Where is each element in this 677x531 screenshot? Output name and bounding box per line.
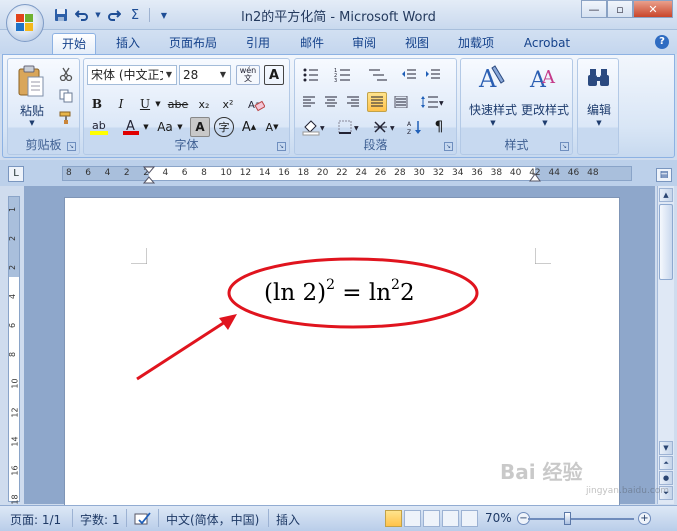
status-separator — [126, 509, 127, 527]
outline-view-icon[interactable] — [442, 510, 459, 527]
status-separator — [268, 509, 269, 527]
language-indicator[interactable]: 中文(简体，中国) — [166, 511, 259, 528]
watermark-logo: Bai 经验 — [500, 460, 583, 484]
watermark-url: jingyan.baidu.com — [586, 486, 670, 496]
web-layout-view-icon[interactable] — [423, 510, 440, 527]
zoom-slider-track[interactable] — [528, 518, 634, 520]
status-separator — [72, 509, 73, 527]
annotation-ellipse — [227, 257, 479, 329]
zoom-in-button[interactable]: + — [638, 512, 651, 525]
zoom-slider-thumb[interactable] — [564, 512, 571, 525]
browse-object-icon[interactable]: ● — [659, 471, 673, 485]
status-separator — [158, 509, 159, 527]
status-bar: 页面: 1/1 字数: 1 中文(简体，中国) 插入 70% − + — [0, 505, 677, 531]
annotation-arrowhead — [219, 314, 237, 330]
full-screen-reading-view-icon[interactable] — [404, 510, 421, 527]
scroll-up-icon[interactable]: ▲ — [659, 188, 673, 202]
scroll-thumb[interactable] — [659, 204, 673, 280]
page-count[interactable]: 页面: 1/1 — [10, 511, 61, 528]
proofing-icon[interactable] — [134, 511, 152, 527]
office-button[interactable] — [6, 4, 44, 42]
draft-view-icon[interactable] — [461, 510, 478, 527]
prev-page-icon[interactable]: ⏶ — [659, 456, 673, 470]
zoom-level[interactable]: 70% — [485, 511, 512, 525]
print-layout-view-icon[interactable] — [385, 510, 402, 527]
annotation-arrow-line — [136, 320, 226, 381]
insert-mode[interactable]: 插入 — [276, 511, 300, 528]
vertical-scrollbar[interactable]: ▲ ▼ ⏶ ● ⏷ — [657, 186, 674, 504]
annotation-overlay — [136, 257, 479, 381]
word-count[interactable]: 字数: 1 — [80, 511, 120, 528]
scroll-down-icon[interactable]: ▼ — [659, 441, 673, 455]
office-logo-icon — [16, 14, 34, 32]
